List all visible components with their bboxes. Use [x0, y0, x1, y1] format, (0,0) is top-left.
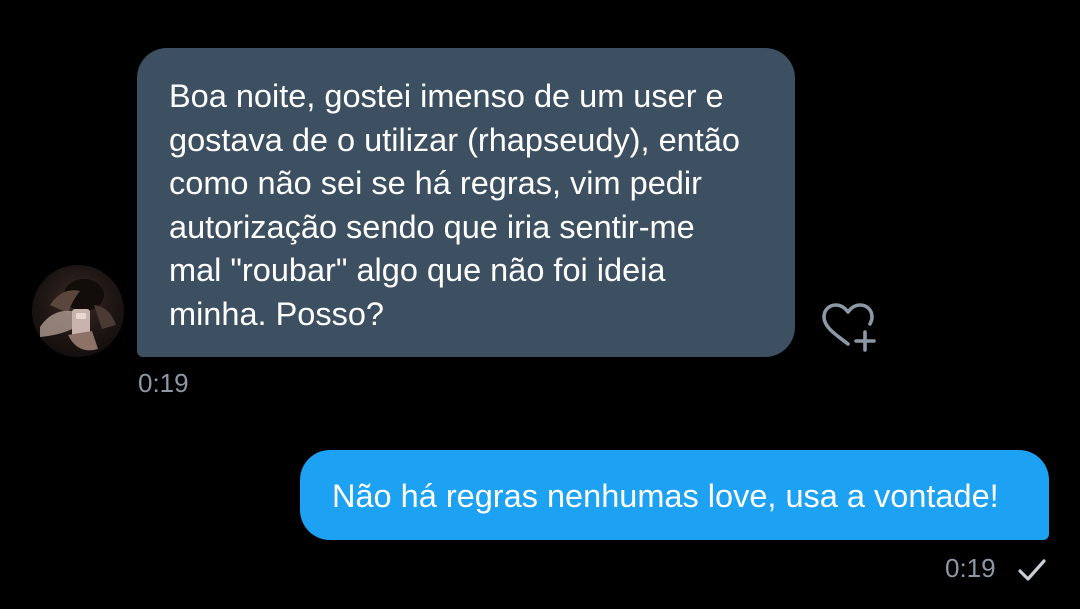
incoming-message-timestamp: 0:19	[138, 368, 189, 398]
outgoing-message-timestamp: 0:19	[945, 553, 996, 583]
sender-avatar[interactable]	[32, 265, 124, 357]
heart-plus-icon	[822, 303, 876, 352]
outgoing-message-text: Não há regras nenhumas love, usa a vonta…	[332, 478, 999, 514]
like-message-button[interactable]	[818, 300, 880, 356]
incoming-message-text: Boa noite, gostei imenso de um user e go…	[169, 78, 740, 332]
checkmark-icon	[1016, 556, 1048, 584]
avatar-photo-icon	[40, 279, 116, 351]
incoming-message-bubble[interactable]: Boa noite, gostei imenso de um user e go…	[137, 48, 795, 357]
outgoing-message-bubble[interactable]: Não há regras nenhumas love, usa a vonta…	[300, 450, 1049, 540]
